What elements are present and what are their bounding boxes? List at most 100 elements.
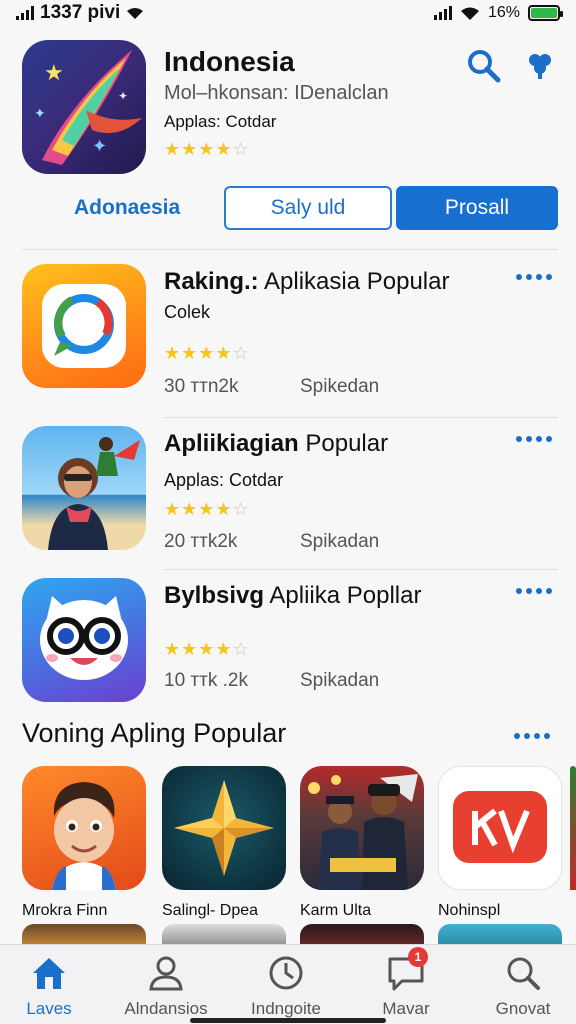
star-empty-icon: ☆ — [232, 139, 249, 159]
app-rating: ★ ★ ★ ★ ☆ — [164, 344, 249, 362]
star-icon: ★ — [215, 499, 232, 519]
wifi-icon — [127, 8, 144, 19]
svg-text:★: ★ — [44, 61, 64, 86]
grid-app[interactable]: Nohinspl — [438, 766, 562, 920]
dot-icon — [526, 588, 532, 594]
dot-icon — [526, 436, 532, 442]
app-subtitle: Applas: Cotdar — [164, 470, 284, 490]
tab-alndansios[interactable]: Alndansios — [111, 953, 221, 1019]
grid-app-label: Mrokra Finn — [22, 902, 108, 919]
grid-app[interactable]: Salingl- Dpea — [162, 766, 286, 920]
star-icon: ★ — [181, 639, 198, 659]
star-icon: ★ — [164, 343, 181, 363]
app-title-bold: Bylbsivg — [164, 582, 265, 609]
grid-app-label: Nohinspl — [438, 902, 501, 919]
featured-app-icon[interactable]: ★ ✦ ✦ ✦ — [22, 40, 146, 174]
wifi-icon-right — [460, 7, 479, 20]
featured-app-subtitle: Mol–hkonsan: IDenalclan — [164, 82, 389, 104]
tab-laves[interactable]: Laves — [0, 953, 104, 1019]
status-time: 1337 pivi — [40, 2, 121, 23]
app-title-rest: Aplikasia Popular — [258, 268, 450, 295]
more-button[interactable] — [516, 588, 552, 594]
star-icon: ★ — [181, 139, 198, 159]
tab-gnovat[interactable]: Gnovat — [468, 953, 576, 1019]
more-button[interactable] — [516, 436, 552, 442]
app-title: Raking.: Aplikasia Popular — [164, 268, 449, 296]
featured-app-header: ★ ✦ ✦ ✦ Indonesia Mol–hkonsan: IDenalcla… — [22, 40, 554, 176]
section-title: Voning Apling Popular — [22, 718, 287, 748]
dot-icon — [516, 436, 522, 442]
star-empty-icon: ☆ — [232, 639, 249, 659]
app-downloads: 10 ттk .2k — [164, 670, 248, 691]
tab-adonaesia[interactable]: Adonaesia — [74, 196, 180, 220]
list-item[interactable]: Bylbsivg Apliika Popllar ★ ★ ★ ★ ☆ 10 ттk .2… — [22, 578, 558, 708]
pin-button[interactable] — [526, 50, 554, 80]
grid-app[interactable]: Mrokra Finn — [22, 766, 146, 920]
battery-icon — [528, 5, 563, 21]
tab-label: Gnovat — [495, 999, 551, 1018]
dot-icon — [536, 274, 542, 280]
star-icon: ★ — [181, 499, 198, 519]
app-icon[interactable] — [22, 426, 146, 550]
app-category: Spikadan — [300, 531, 380, 552]
tab-label: Laves — [26, 999, 72, 1018]
home-indicator — [190, 1018, 386, 1023]
list-item[interactable]: Apliikiagian Popular Applas: Cotdar ★ ★ ★ ★… — [22, 426, 558, 556]
grid-app-peek — [570, 766, 576, 890]
search-icon — [468, 50, 501, 83]
featured-app-title: Indonesia — [164, 46, 295, 77]
app-title-rest: Apliika Popllar — [264, 582, 422, 609]
star-icon: ★ — [198, 343, 215, 363]
star-empty-icon: ☆ — [232, 499, 249, 519]
app-icon[interactable] — [22, 766, 146, 890]
dot-icon — [536, 436, 542, 442]
dot-icon — [546, 436, 552, 442]
dot-icon — [516, 274, 522, 280]
star-icon: ★ — [164, 499, 181, 519]
search-icon — [507, 957, 540, 990]
app-icon[interactable] — [22, 578, 146, 702]
star-icon: ★ — [198, 139, 215, 159]
tab-mavar[interactable]: 1 Mavar — [351, 947, 461, 1019]
app-icon[interactable] — [438, 766, 562, 890]
app-icon[interactable] — [22, 264, 146, 388]
app-title-rest: Popular — [298, 430, 389, 457]
star-icon: ★ — [198, 499, 215, 519]
dot-icon — [524, 733, 530, 739]
divider — [164, 417, 558, 418]
clock-icon — [269, 956, 303, 990]
pin-icon — [529, 54, 551, 79]
dot-icon — [516, 588, 522, 594]
tab-indngoite[interactable]: Indngoite — [231, 953, 341, 1019]
app-title: Apliikiagian Popular — [164, 430, 388, 458]
featured-app-meta: Applas: Cotdar — [164, 112, 277, 131]
tab-label: Mavar — [382, 999, 430, 1018]
app-category: Spikedan — [300, 376, 380, 397]
battery-percent: 16% — [487, 4, 520, 21]
section-more-button[interactable] — [514, 733, 550, 739]
list-item[interactable]: Raking.: Aplikasia Popular Colek ★ ★ ★ ★ ☆ 3… — [22, 264, 558, 397]
app-icon[interactable] — [162, 766, 286, 890]
more-button[interactable] — [516, 274, 552, 280]
app-subtitle: Colek — [164, 302, 211, 322]
star-icon: ★ — [198, 639, 215, 659]
app-rating: ★ ★ ★ ★ ☆ — [164, 500, 249, 518]
home-icon — [33, 958, 65, 989]
app-title-bold: Raking.: — [164, 268, 259, 295]
notification-badge: 1 — [408, 947, 428, 967]
tab-saly-uld[interactable]: Saly uld — [224, 186, 392, 230]
app-icon[interactable] — [300, 766, 424, 890]
svg-text:✦: ✦ — [34, 106, 46, 122]
tab-prosall[interactable]: Prosall — [396, 186, 558, 230]
grid-app[interactable]: Karm Ulta — [300, 766, 424, 920]
app-title-bold: Apliikiagian — [164, 430, 299, 457]
app-downloads: 20 ттk2k — [164, 531, 238, 552]
dot-icon — [534, 733, 540, 739]
svg-text:✦: ✦ — [92, 136, 107, 157]
dot-icon — [526, 274, 532, 280]
app-category: Spikadan — [300, 670, 380, 691]
tab-label: Indngoite — [251, 999, 321, 1018]
star-icon: ★ — [215, 639, 232, 659]
app-rating: ★ ★ ★ ★ ☆ — [164, 640, 249, 658]
search-button[interactable] — [466, 48, 502, 84]
